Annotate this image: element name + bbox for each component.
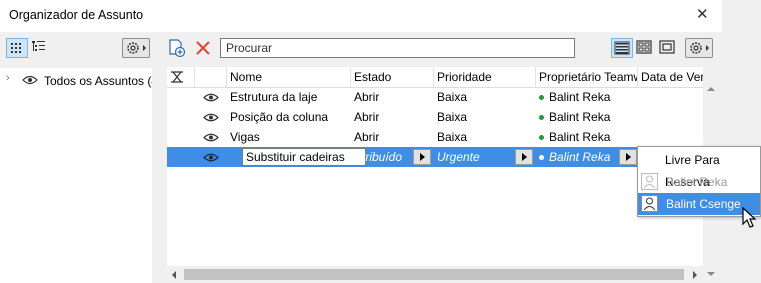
eye-icon[interactable] [22,74,38,86]
list-view-button[interactable] [611,38,633,58]
issue-name: Estrutura da laje [230,90,318,104]
issue-state: Abrir [354,110,380,124]
menu-item-label: Balint Reka [666,175,728,189]
close-icon[interactable]: ✕ [696,5,709,23]
preview-view-button[interactable] [657,38,679,58]
owner-label: Balint Reka [549,110,611,124]
gear-icon [127,42,146,54]
horizontal-scrollbar[interactable] [167,266,703,283]
column-header-owner[interactable]: Proprietário Teamw [536,67,638,87]
search-input[interactable]: Procurar [220,38,575,58]
issue-owner: Balint Reka [536,127,638,147]
scroll-left-icon[interactable] [172,271,176,279]
column-filter-icon [171,71,183,83]
issue-state: Abrir [354,90,380,104]
delete-icon[interactable] [195,40,211,56]
issue-priority: Urgente [437,150,480,164]
column-header-state[interactable]: Estado [351,67,434,87]
split-view-button[interactable] [634,38,656,58]
status-dot [539,95,544,101]
user-avatar-icon [641,173,658,190]
menu-item-label: Balint Csenge [666,197,741,211]
owner-label: Balint Reka [549,90,611,104]
gear-icon [690,42,709,54]
scroll-right-icon[interactable] [693,271,697,279]
column-header-visibility[interactable] [195,67,227,87]
table-row[interactable]: Estrutura da laje Abrir Baixa Balint Rek… [167,87,707,107]
priority-dropdown-button[interactable] [515,149,533,165]
issue-table: Nome Estado Prioridade Proprietário Team… [167,67,718,283]
tree-item-all-issues[interactable]: › Todos os Assuntos (4 [0,70,158,92]
issue-state: Abrir [354,130,380,144]
new-issue-icon[interactable] [167,38,187,58]
column-header-name[interactable]: Nome [227,67,351,87]
title-bar: Organizador de Assunto ✕ [0,0,722,32]
menu-item-balint-reka[interactable]: Balint Reka [638,171,760,193]
list-view-icon [614,41,630,55]
issue-name: Vigas [230,130,260,144]
left-settings-button[interactable] [122,38,150,58]
owner-label: Balint Reka [549,130,611,144]
mouse-cursor-icon [742,207,757,228]
issue-priority: Baixa [437,130,468,144]
preview-view-icon [659,40,675,54]
issue-state: Atribuído [354,150,403,164]
table-row[interactable]: Posição da coluna Abrir Baixa Balint Rek… [167,107,707,127]
left-toolbar [0,32,152,64]
chevron-right-icon[interactable]: › [6,72,10,84]
issue-priority: Baixa [437,110,468,124]
owner-label: Balint Reka [549,150,611,164]
table-row-selected[interactable]: Substituir cadeiras Atribuído Urgente Ba… [167,147,707,167]
grid-view-button[interactable] [6,38,28,58]
eye-icon[interactable] [203,92,219,103]
issue-name-edit-field[interactable]: Substituir cadeiras [242,148,366,166]
eye-icon[interactable] [203,152,219,163]
eye-icon[interactable] [203,112,219,123]
column-header-priority[interactable]: Prioridade [434,67,536,87]
issue-owner: Balint Reka [536,147,618,167]
window-title: Organizador de Assunto [9,8,144,22]
grid-view-icon [11,43,21,53]
horizontal-scroll-thumb[interactable] [184,269,684,280]
split-view-icon [636,40,652,54]
table-header: Nome Estado Prioridade Proprietário Team… [167,67,718,88]
tree-item-label: Todos os Assuntos (4 [44,74,159,88]
issue-owner: Balint Reka [536,87,638,107]
status-dot [539,155,544,161]
user-avatar-icon [641,195,658,212]
eye-icon[interactable] [203,132,219,143]
status-dot [539,115,544,121]
table-row[interactable]: Vigas Abrir Baixa Balint Reka [167,127,707,147]
tree-view-button[interactable] [30,38,52,58]
column-header-due-date[interactable]: Data de Ven [638,67,704,87]
status-dot [539,135,544,141]
left-panel: › Todos os Assuntos (4 [0,32,158,283]
main-settings-button[interactable] [685,38,713,58]
state-dropdown-button[interactable] [413,149,431,165]
issue-organizer-window: Organizador de Assunto ✕ › Todos os Assu… [0,0,722,283]
owner-dropdown-button[interactable] [619,149,637,165]
menu-item-free-to-reserve[interactable]: Livre Para Reserva [638,149,760,189]
issue-tree: › Todos os Assuntos (4 [0,68,158,283]
issue-priority: Baixa [437,90,468,104]
scroll-down-icon[interactable] [707,272,715,276]
column-header-icon[interactable] [167,67,195,87]
issue-owner: Balint Reka [536,107,638,127]
scroll-up-icon[interactable] [707,87,715,91]
issue-name: Posição da coluna [230,110,329,124]
tree-view-icon [32,41,45,51]
